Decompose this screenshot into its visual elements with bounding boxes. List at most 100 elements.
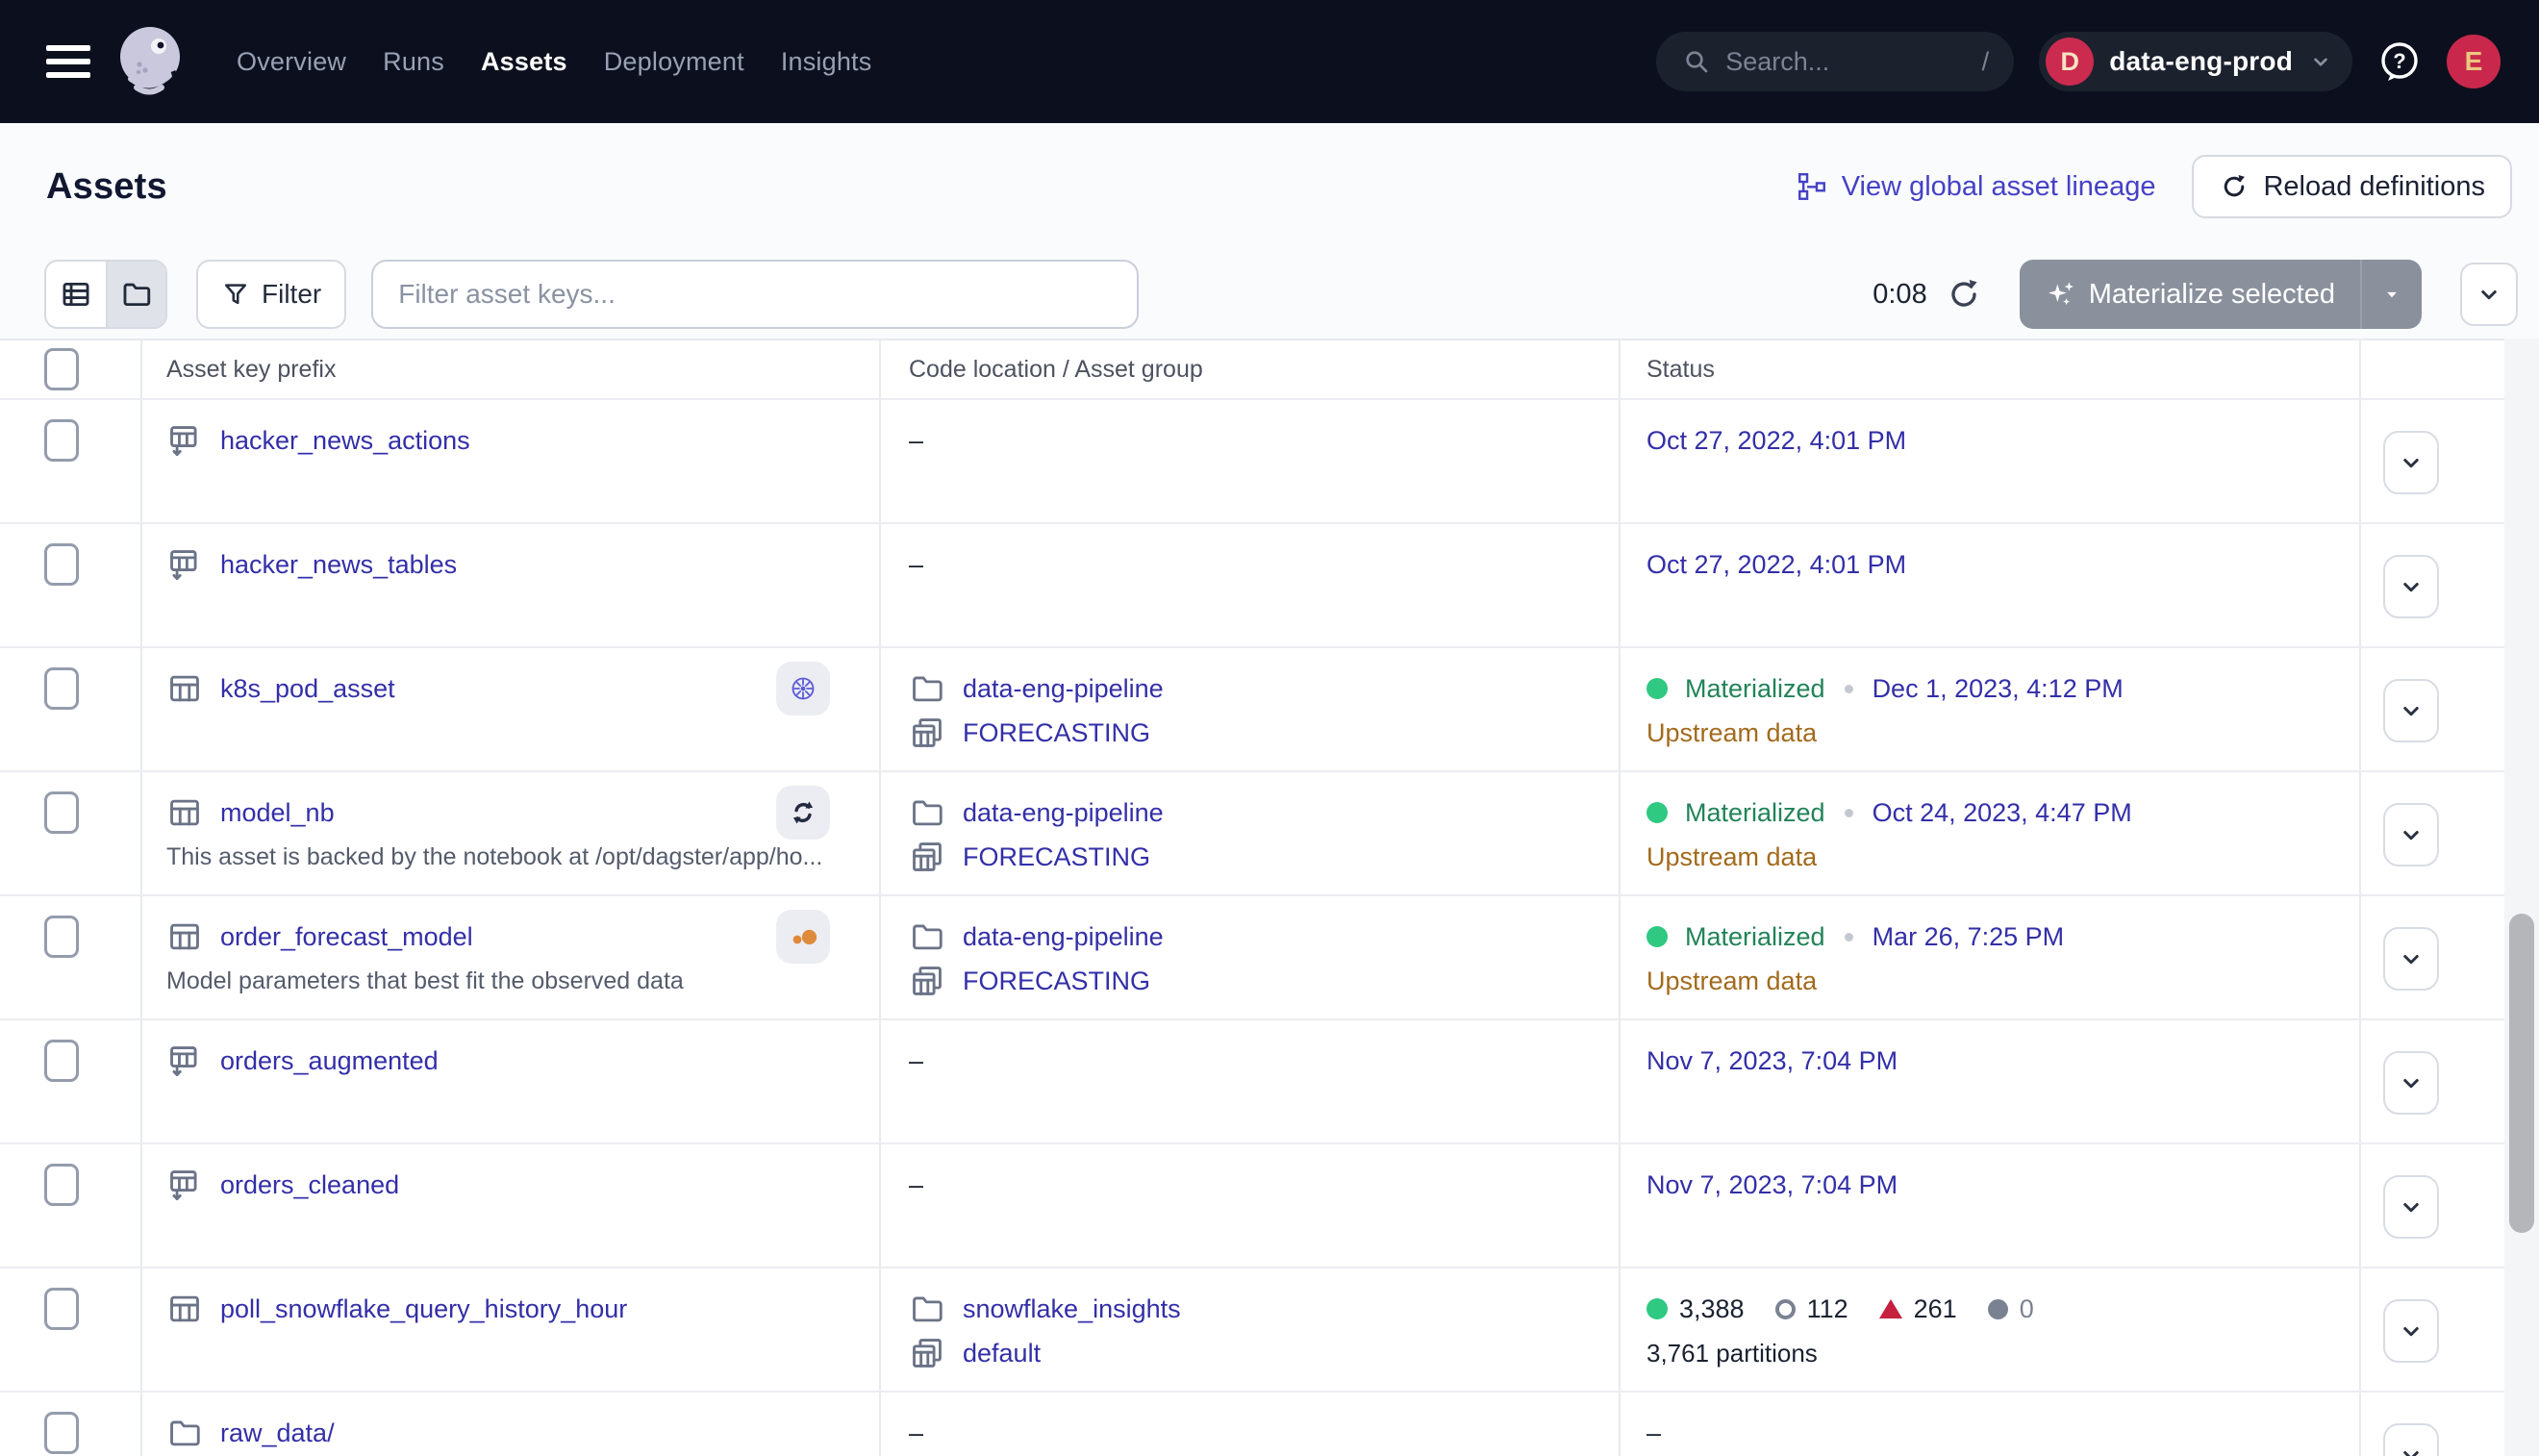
empty-value: – <box>909 1418 923 1448</box>
materialization-date-link[interactable]: Oct 27, 2022, 4:01 PM <box>1647 426 1906 456</box>
upstream-data-tag: Upstream data <box>1647 966 1817 996</box>
assets-table: Asset key prefix Code location / Asset g… <box>0 339 2539 1456</box>
materialize-selected-button[interactable]: Materialize selected <box>2020 279 2360 311</box>
search-icon <box>1681 46 1712 77</box>
deployment-switcher[interactable]: D data-eng-prod <box>2039 32 2352 91</box>
asset-key-link[interactable]: raw_data/ <box>220 1418 335 1448</box>
row-checkbox[interactable] <box>44 1288 79 1330</box>
directory-view-button[interactable] <box>106 262 165 327</box>
materialization-date-link[interactable]: Oct 27, 2022, 4:01 PM <box>1647 550 1906 580</box>
filter-button[interactable]: Filter <box>196 260 346 329</box>
chevron-down-icon <box>2397 572 2426 601</box>
code-location-link[interactable]: snowflake_insights <box>963 1294 1181 1324</box>
nav-item-insights[interactable]: Insights <box>781 47 872 77</box>
collapse-panel-button[interactable] <box>2460 263 2518 326</box>
asset-key-link[interactable]: order_forecast_model <box>220 922 473 952</box>
expand-row-button[interactable] <box>2383 1175 2439 1239</box>
expand-row-button[interactable] <box>2383 679 2439 742</box>
materialization-date-link[interactable]: Dec 1, 2023, 4:12 PM <box>1873 674 2124 704</box>
reload-definitions-button[interactable]: Reload definitions <box>2192 155 2512 218</box>
lineage-icon <box>1796 170 1828 203</box>
search-input[interactable] <box>1725 47 1947 77</box>
row-checkbox[interactable] <box>44 667 79 710</box>
caret-down-icon <box>2379 282 2404 307</box>
asset-key-link[interactable]: orders_augmented <box>220 1046 439 1076</box>
table-row: hacker_news_actions – Oct 27, 2022, 4:01 P… <box>0 400 2539 524</box>
code-location-link[interactable]: data-eng-pipeline <box>963 798 1164 828</box>
asset-key-link[interactable]: hacker_news_tables <box>220 550 457 580</box>
asset-description: This asset is backed by the notebook at … <box>166 843 822 871</box>
nav-item-deployment[interactable]: Deployment <box>604 47 744 77</box>
table-icon <box>166 670 203 707</box>
asset-group-link[interactable]: FORECASTING <box>963 966 1150 996</box>
asset-key-link[interactable]: poll_snowflake_query_history_hour <box>220 1294 627 1324</box>
code-location-link[interactable]: data-eng-pipeline <box>963 922 1164 952</box>
row-checkbox[interactable] <box>44 916 79 958</box>
code-location-link[interactable]: data-eng-pipeline <box>963 674 1164 704</box>
lineage-link-label: View global asset lineage <box>1842 171 2156 203</box>
asset-key-link[interactable]: hacker_news_actions <box>220 426 470 456</box>
row-checkbox[interactable] <box>44 791 79 834</box>
menu-icon[interactable] <box>46 45 90 78</box>
expand-row-button[interactable] <box>2383 1299 2439 1363</box>
nav-item-assets[interactable]: Assets <box>481 47 567 77</box>
row-checkbox[interactable] <box>44 543 79 586</box>
empty-value: – <box>909 426 923 456</box>
dagster-logo[interactable] <box>112 21 192 102</box>
asset-group-icon <box>909 1335 945 1371</box>
table-row: order_forecast_modelModel parameters tha… <box>0 896 2539 1020</box>
materialize-options-caret[interactable] <box>2362 260 2422 329</box>
expand-row-button[interactable] <box>2383 1423 2439 1456</box>
separator-dot <box>1845 809 1853 817</box>
triangle-red-icon <box>1879 1299 1902 1318</box>
folder-view-icon <box>120 278 153 311</box>
asset-group-link[interactable]: FORECASTING <box>963 842 1150 872</box>
view-global-asset-lineage-link[interactable]: View global asset lineage <box>1796 170 2156 203</box>
table-row: poll_snowflake_query_history_hour snowfl… <box>0 1268 2539 1393</box>
chevron-down-icon <box>2397 1441 2426 1456</box>
chevron-down-icon <box>2308 49 2333 74</box>
asset-group-table-icon <box>166 422 203 459</box>
materialization-date-link[interactable]: Nov 7, 2023, 7:04 PM <box>1647 1170 1898 1200</box>
materialization-date-link[interactable]: Nov 7, 2023, 7:04 PM <box>1647 1046 1898 1076</box>
user-avatar[interactable]: E <box>2447 35 2501 88</box>
row-checkbox[interactable] <box>44 1040 79 1082</box>
row-checkbox[interactable] <box>44 419 79 462</box>
chevron-down-icon <box>2397 820 2426 849</box>
nav-item-runs[interactable]: Runs <box>383 47 444 77</box>
top-nav-bar: Overview Runs Assets Deployment Insights / D… <box>0 0 2539 123</box>
circle-outline-icon <box>1775 1299 1796 1319</box>
asset-group-link[interactable]: FORECASTING <box>963 718 1150 748</box>
asset-key-link[interactable]: orders_cleaned <box>220 1170 399 1200</box>
row-checkbox[interactable] <box>44 1412 79 1454</box>
partition-count: 112 <box>1807 1294 1848 1324</box>
expand-row-button[interactable] <box>2383 555 2439 618</box>
help-icon[interactable]: ? <box>2377 39 2422 84</box>
row-checkbox[interactable] <box>44 1164 79 1206</box>
filter-button-label: Filter <box>262 279 321 310</box>
nav-item-overview[interactable]: Overview <box>237 47 346 77</box>
chevron-down-icon <box>2397 1068 2426 1097</box>
expand-row-button[interactable] <box>2383 431 2439 494</box>
asset-key-link[interactable]: k8s_pod_asset <box>220 674 395 704</box>
asset-key-link[interactable]: model_nb <box>220 798 335 828</box>
materialization-date-link[interactable]: Mar 26, 7:25 PM <box>1873 922 2065 952</box>
refresh-icon[interactable] <box>1945 275 1983 314</box>
primary-nav: Overview Runs Assets Deployment Insights <box>237 47 871 77</box>
expand-row-button[interactable] <box>2383 927 2439 991</box>
expand-row-button[interactable] <box>2383 803 2439 866</box>
global-search[interactable]: / <box>1656 32 2014 91</box>
asset-group-table-icon <box>166 1167 203 1203</box>
asset-group-link[interactable]: default <box>963 1339 1041 1368</box>
filter-asset-keys-input[interactable] <box>371 260 1139 329</box>
table-icon <box>166 918 203 955</box>
scrollbar-thumb[interactable] <box>2509 914 2534 1233</box>
materialization-date-link[interactable]: Oct 24, 2023, 4:47 PM <box>1873 798 2132 828</box>
dot-gray-icon <box>1988 1299 2008 1319</box>
expand-row-button[interactable] <box>2383 1051 2439 1115</box>
select-all-checkbox[interactable] <box>44 348 79 390</box>
table-row: hacker_news_tables–Oct 27, 2022, 4:01 PM <box>0 524 2539 648</box>
asset-group-icon <box>909 839 945 875</box>
deployment-name: data-eng-prod <box>2109 46 2293 77</box>
flat-list-view-button[interactable] <box>46 262 106 327</box>
